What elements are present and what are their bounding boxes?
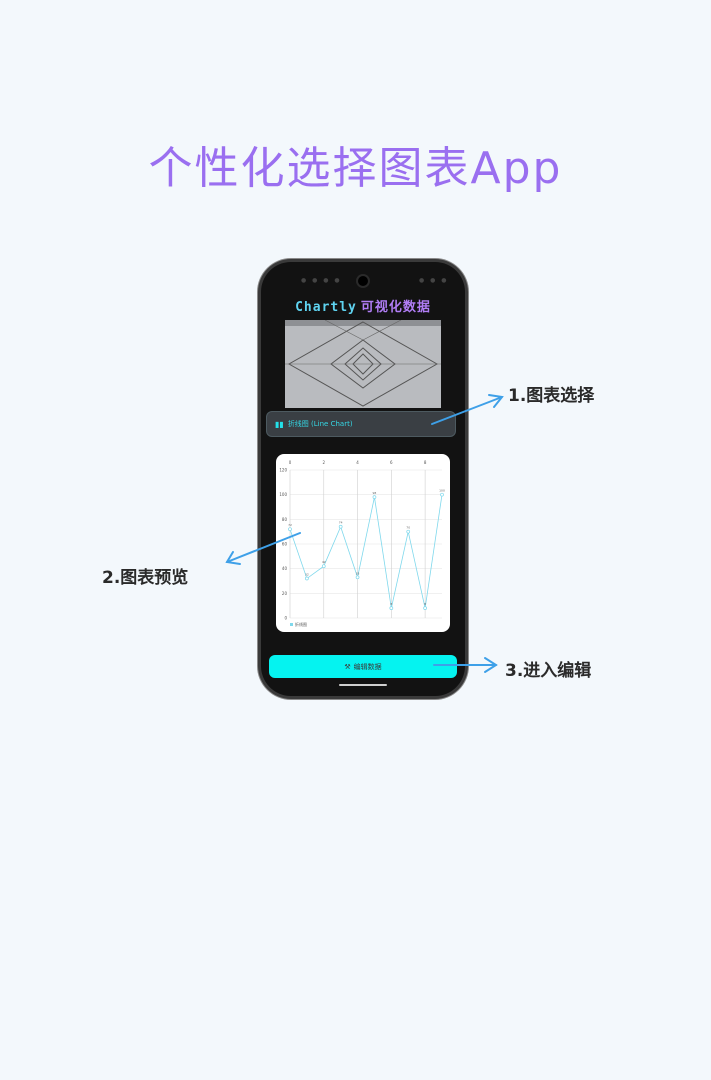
callout-edit: 3.进入编辑	[505, 661, 592, 681]
annotation-arrows	[225, 394, 504, 673]
arrow-chart-selector	[431, 396, 503, 425]
callout-chart-select: 1.图表选择	[508, 386, 595, 406]
callout-chart-preview: 2.图表预览	[102, 568, 189, 588]
arrow-chart-preview	[226, 532, 301, 563]
